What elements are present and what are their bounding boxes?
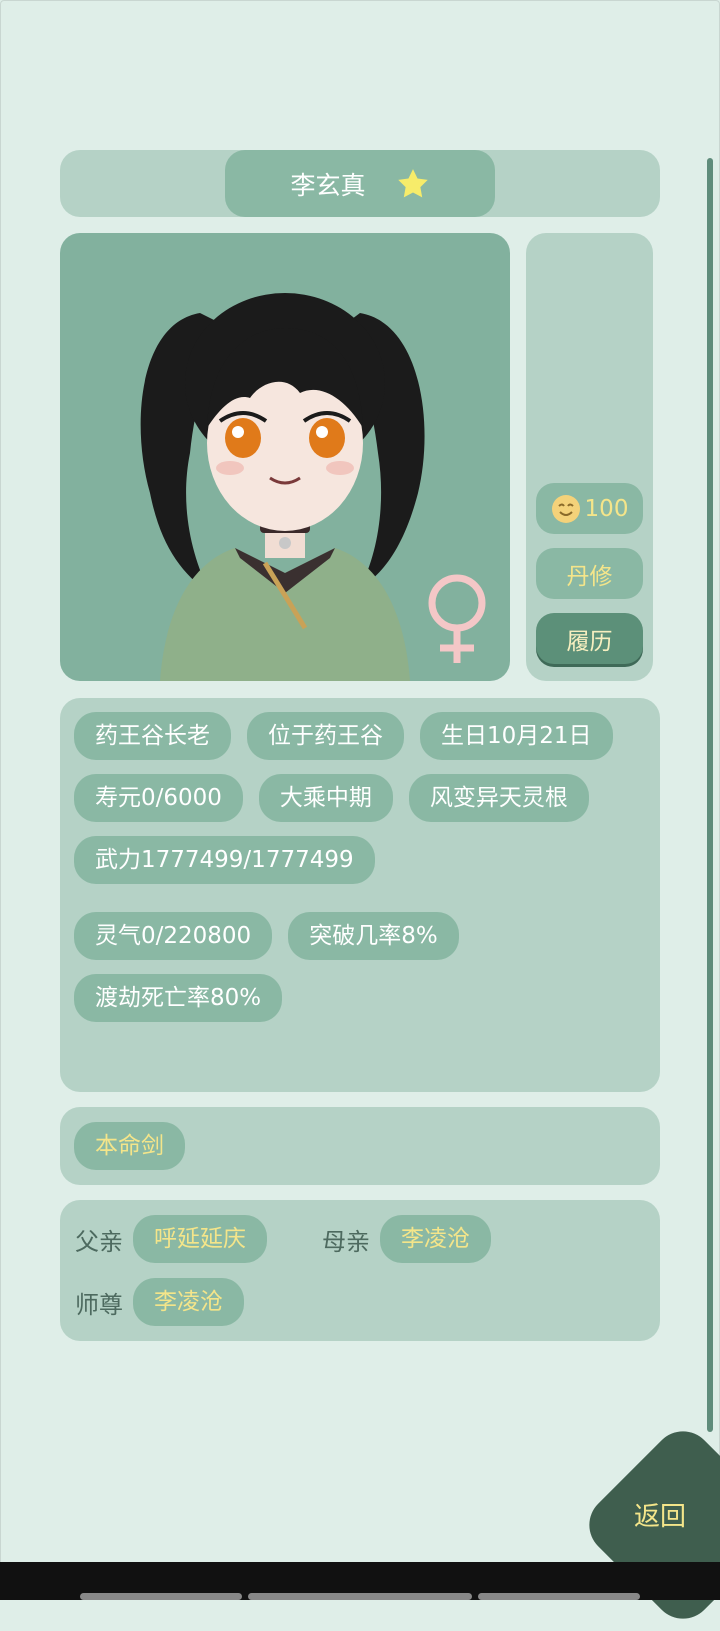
- tag-spirit-energy[interactable]: 灵气0/220800: [74, 912, 273, 960]
- tag-breakthrough-rate[interactable]: 突破几率8%: [288, 912, 459, 960]
- tag-birthday[interactable]: 生日10月21日: [420, 712, 613, 760]
- character-name-tab[interactable]: 李玄真: [225, 150, 495, 217]
- info-panel: 药王谷长老 位于药王谷 生日10月21日 寿元0/6000 大乘中期 风变异天灵…: [60, 698, 660, 1092]
- nav-gesture-segment: [478, 1593, 640, 1600]
- tag-realm[interactable]: 大乘中期: [258, 774, 393, 822]
- scrollbar[interactable]: [707, 158, 713, 1432]
- name-header: 李玄真: [60, 150, 660, 217]
- master-name-chip[interactable]: 李凌沧: [133, 1278, 244, 1326]
- mother-row: 母亲 李凌沧: [322, 1215, 491, 1263]
- equipment-panel: 本命剑: [60, 1107, 660, 1185]
- character-portrait: [60, 233, 510, 681]
- father-row: 父亲 呼延延庆: [75, 1215, 267, 1263]
- profession-button[interactable]: 丹修: [536, 548, 643, 599]
- nav-gesture-segment: [248, 1593, 472, 1600]
- back-button-label[interactable]: 返回: [634, 1496, 686, 1533]
- relations-panel: 父亲 呼延延庆 母亲 李凌沧 师尊 李凌沧: [60, 1200, 660, 1341]
- father-name-chip[interactable]: 呼延延庆: [133, 1215, 267, 1263]
- star-icon[interactable]: [396, 167, 430, 201]
- female-symbol-icon: [428, 574, 486, 663]
- tag-combat-power[interactable]: 武力1777499/1777499: [74, 836, 375, 884]
- tag-title[interactable]: 药王谷长老: [74, 712, 231, 760]
- character-name: 李玄真: [290, 170, 366, 200]
- tag-lifespan[interactable]: 寿元0/6000: [74, 774, 243, 822]
- tag-location[interactable]: 位于药王谷: [247, 712, 404, 760]
- smiling-face-icon: [551, 494, 580, 523]
- mother-name-chip[interactable]: 李凌沧: [380, 1215, 491, 1263]
- mood-value: 100: [584, 495, 629, 522]
- resume-button[interactable]: 履历: [536, 613, 643, 664]
- tag-spirit-root[interactable]: 风变异天灵根: [408, 774, 589, 822]
- tag-tribulation-death-rate[interactable]: 渡劫死亡率80%: [74, 974, 283, 1022]
- master-label: 师尊: [75, 1290, 123, 1319]
- side-panel: 100 丹修 履历: [526, 233, 653, 681]
- mother-label: 母亲: [322, 1227, 370, 1256]
- nav-gesture-segment: [80, 1593, 242, 1600]
- master-row: 师尊 李凌沧: [75, 1278, 244, 1326]
- father-label: 父亲: [75, 1227, 123, 1256]
- mood-badge[interactable]: 100: [536, 483, 643, 534]
- natal-sword-chip[interactable]: 本命剑: [74, 1122, 185, 1170]
